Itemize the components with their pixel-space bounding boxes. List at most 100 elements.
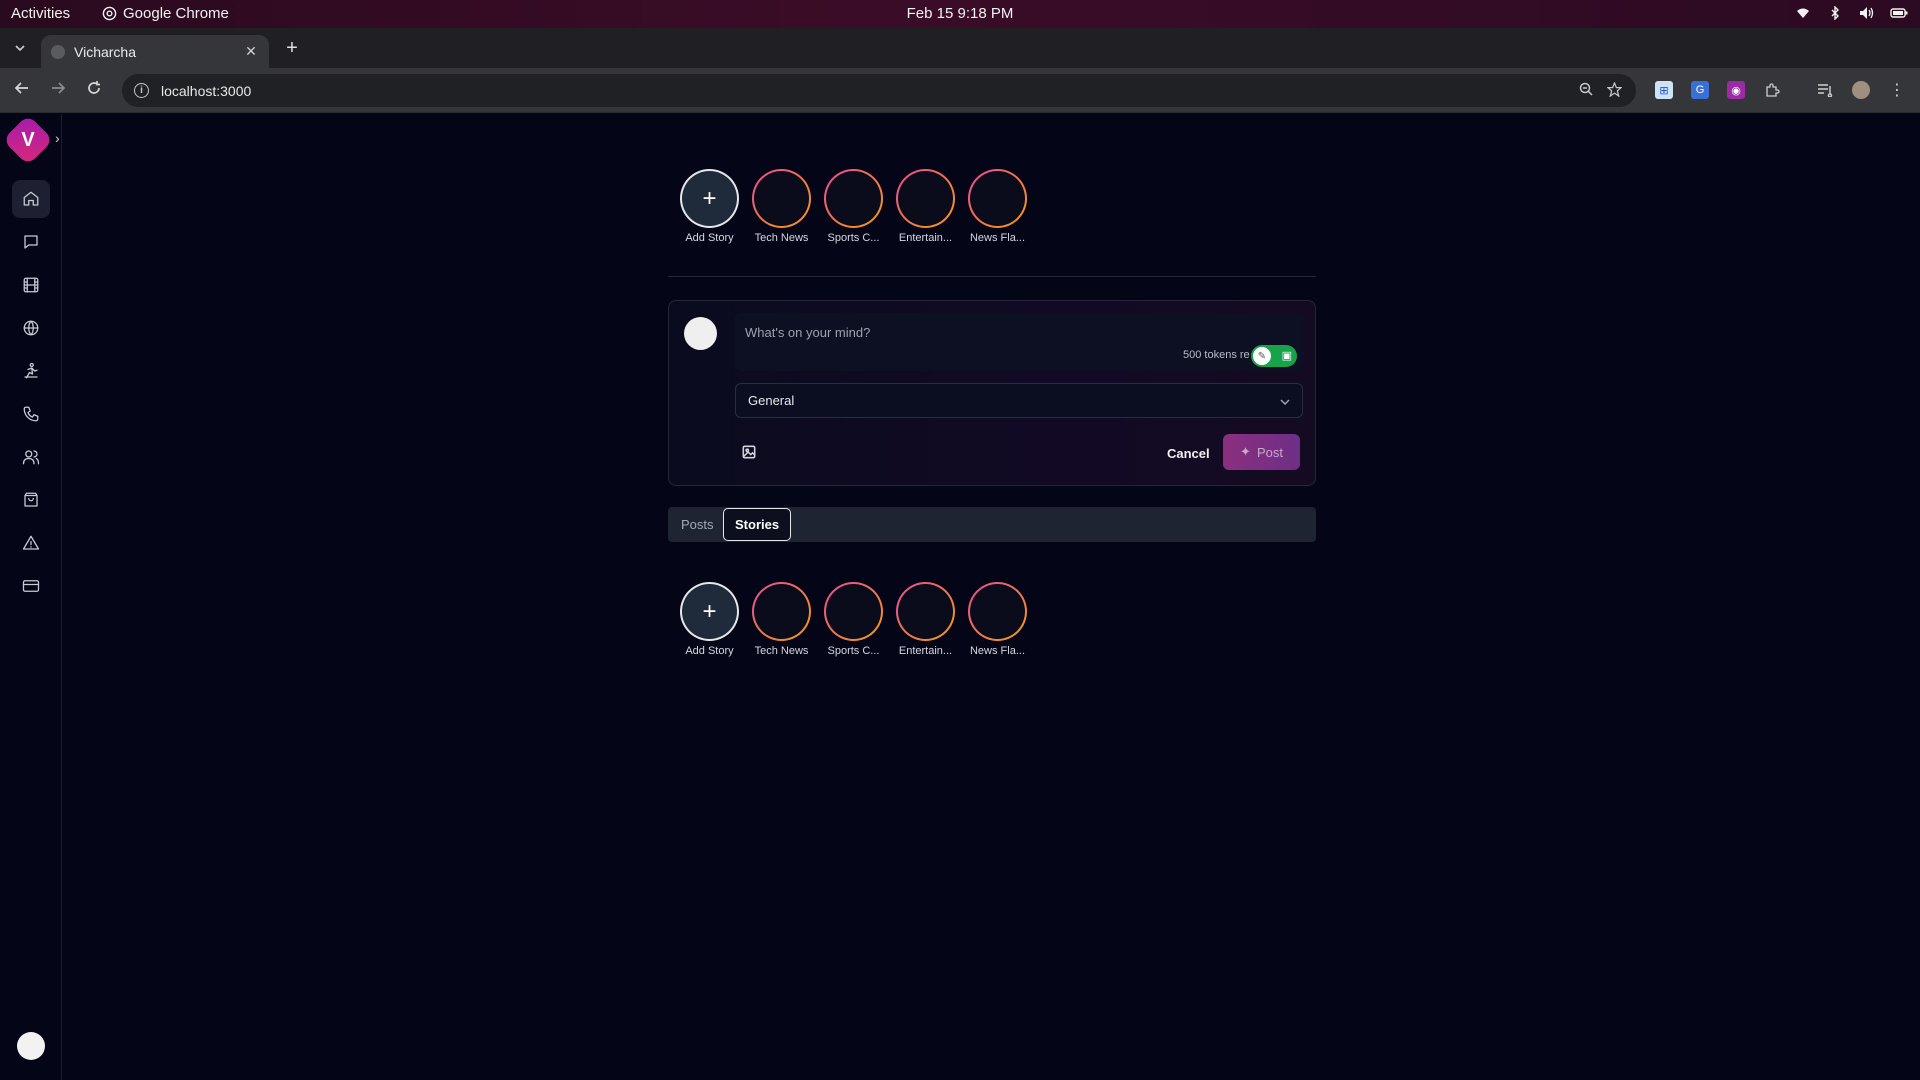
post-placeholder: What's on your mind? [745, 325, 871, 340]
bluetooth-icon [1826, 4, 1844, 22]
sidebar-item-home[interactable] [12, 180, 50, 218]
browser-tab[interactable]: Vicharcha ✕ [41, 35, 269, 68]
cancel-button[interactable]: Cancel [1161, 437, 1216, 469]
post-text-input[interactable]: What's on your mind? [735, 313, 1303, 371]
site-info-icon[interactable]: i [134, 83, 149, 98]
profile-avatar[interactable] [1852, 81, 1870, 99]
tab-search-button[interactable] [10, 38, 30, 58]
credit-card-icon [22, 580, 40, 592]
globe-icon [23, 320, 39, 336]
sidebar-item-messages[interactable] [12, 223, 50, 261]
sidebar-item-payments[interactable] [12, 567, 50, 605]
story-ring [824, 169, 883, 228]
zoom-icon[interactable] [1579, 82, 1593, 101]
extension-3-icon[interactable]: ◉ [1727, 81, 1745, 99]
story-label: Add Story [685, 232, 734, 244]
story-item[interactable]: Tech News [752, 582, 811, 657]
tab-posts[interactable]: Posts [681, 507, 714, 542]
story-label: Tech News [754, 232, 809, 244]
image-icon [742, 445, 756, 459]
story-item[interactable]: Sports C... [824, 582, 883, 657]
phone-icon [23, 406, 39, 422]
sidebar-item-reels[interactable] [12, 266, 50, 304]
story-ring [752, 582, 811, 641]
chevron-down-icon [15, 45, 25, 51]
story-label: Sports C... [827, 232, 880, 244]
tokens-remaining: 500 tokens re [1183, 349, 1250, 361]
sidebar-item-shop[interactable] [12, 481, 50, 519]
media-controls-icon[interactable] [1816, 81, 1834, 99]
story-item[interactable]: Entertain... [896, 582, 955, 657]
stories-row-bottom: + Add Story Tech News Sports C... Entert… [680, 582, 1027, 657]
address-bar[interactable]: i localhost:3000 [122, 74, 1636, 107]
post-button[interactable]: ✦ Post [1223, 434, 1300, 470]
story-ring [824, 582, 883, 641]
add-story[interactable]: + Add Story [680, 169, 739, 244]
category-value: General [748, 393, 795, 408]
reload-button[interactable] [84, 80, 104, 100]
story-item[interactable]: Entertain... [896, 169, 955, 244]
story-label: Entertain... [898, 645, 953, 657]
sidebar-item-explore[interactable] [12, 309, 50, 347]
tab-stories[interactable]: Stories [723, 508, 792, 541]
stories-row-top: + Add Story Tech News Sports C... Entert… [680, 169, 1027, 244]
film-icon [23, 277, 39, 293]
arrow-right-icon [52, 82, 66, 94]
bookmark-star-icon[interactable] [1606, 81, 1623, 101]
sidebar-item-fitness[interactable] [12, 352, 50, 390]
shopping-bag-icon [24, 492, 38, 507]
translate-icon[interactable]: G [1691, 81, 1709, 99]
add-story[interactable]: + Add Story [680, 582, 739, 657]
sparkle-icon: ✎ [1253, 347, 1271, 365]
clock[interactable]: Feb 15 9:18 PM [0, 5, 1920, 22]
post-composer: What's on your mind? 500 tokens re ✎ ▣ G… [668, 300, 1316, 486]
story-ring [752, 169, 811, 228]
extension-1-icon[interactable]: ⊞ [1655, 81, 1673, 99]
chevron-down-icon [1280, 394, 1290, 408]
plus-icon: + [682, 171, 737, 226]
story-item[interactable]: News Fla... [968, 582, 1027, 657]
story-label: News Fla... [969, 232, 1025, 244]
new-tab-button[interactable]: + [282, 38, 302, 58]
forward-button[interactable] [48, 80, 68, 100]
story-ring [896, 169, 955, 228]
story-item[interactable]: Tech News [752, 169, 811, 244]
story-ring [968, 169, 1027, 228]
more-menu-icon[interactable]: ⋮ [1888, 81, 1906, 99]
divider [668, 276, 1316, 277]
close-icon[interactable]: ✕ [243, 43, 259, 60]
ai-assist-toggle[interactable]: ✎ ▣ [1251, 345, 1297, 367]
story-ring: + [680, 169, 739, 228]
battery-icon [1890, 4, 1908, 22]
sidebar-item-alerts[interactable] [12, 524, 50, 562]
system-tray[interactable] [1794, 4, 1908, 22]
user-avatar[interactable] [17, 1032, 45, 1060]
wifi-icon [1794, 4, 1812, 22]
sparkle-icon: ✦ [1240, 444, 1251, 459]
tab-title: Vicharcha [74, 43, 137, 60]
category-select[interactable]: General [735, 383, 1303, 418]
warning-icon [22, 535, 40, 550]
globe-icon [51, 44, 65, 59]
post-button-label: Post [1256, 444, 1283, 460]
tab-strip: Vicharcha ✕ + [0, 28, 1920, 68]
story-item[interactable]: Sports C... [824, 169, 883, 244]
story-ring [896, 582, 955, 641]
story-ring [968, 582, 1027, 641]
story-label: News Fla... [969, 645, 1025, 657]
logo-letter: V [21, 128, 35, 151]
edit-icon: ▣ [1281, 350, 1292, 362]
sidebar-item-contacts[interactable] [12, 438, 50, 476]
story-item[interactable]: News Fla... [968, 169, 1027, 244]
story-label: Tech News [754, 645, 809, 657]
composer-avatar [684, 317, 717, 350]
back-button[interactable] [12, 80, 32, 100]
add-image-button[interactable] [742, 445, 758, 461]
puzzle-icon[interactable] [1763, 81, 1781, 99]
reload-icon [88, 81, 100, 94]
system-top-bar: Activities Google Chrome Feb 15 9:18 PM [0, 0, 1920, 28]
expand-sidebar-icon[interactable]: › [55, 130, 60, 146]
sidebar-item-calls[interactable] [12, 395, 50, 433]
feed-tabs: Posts Stories [668, 507, 1316, 542]
message-icon [24, 235, 38, 249]
